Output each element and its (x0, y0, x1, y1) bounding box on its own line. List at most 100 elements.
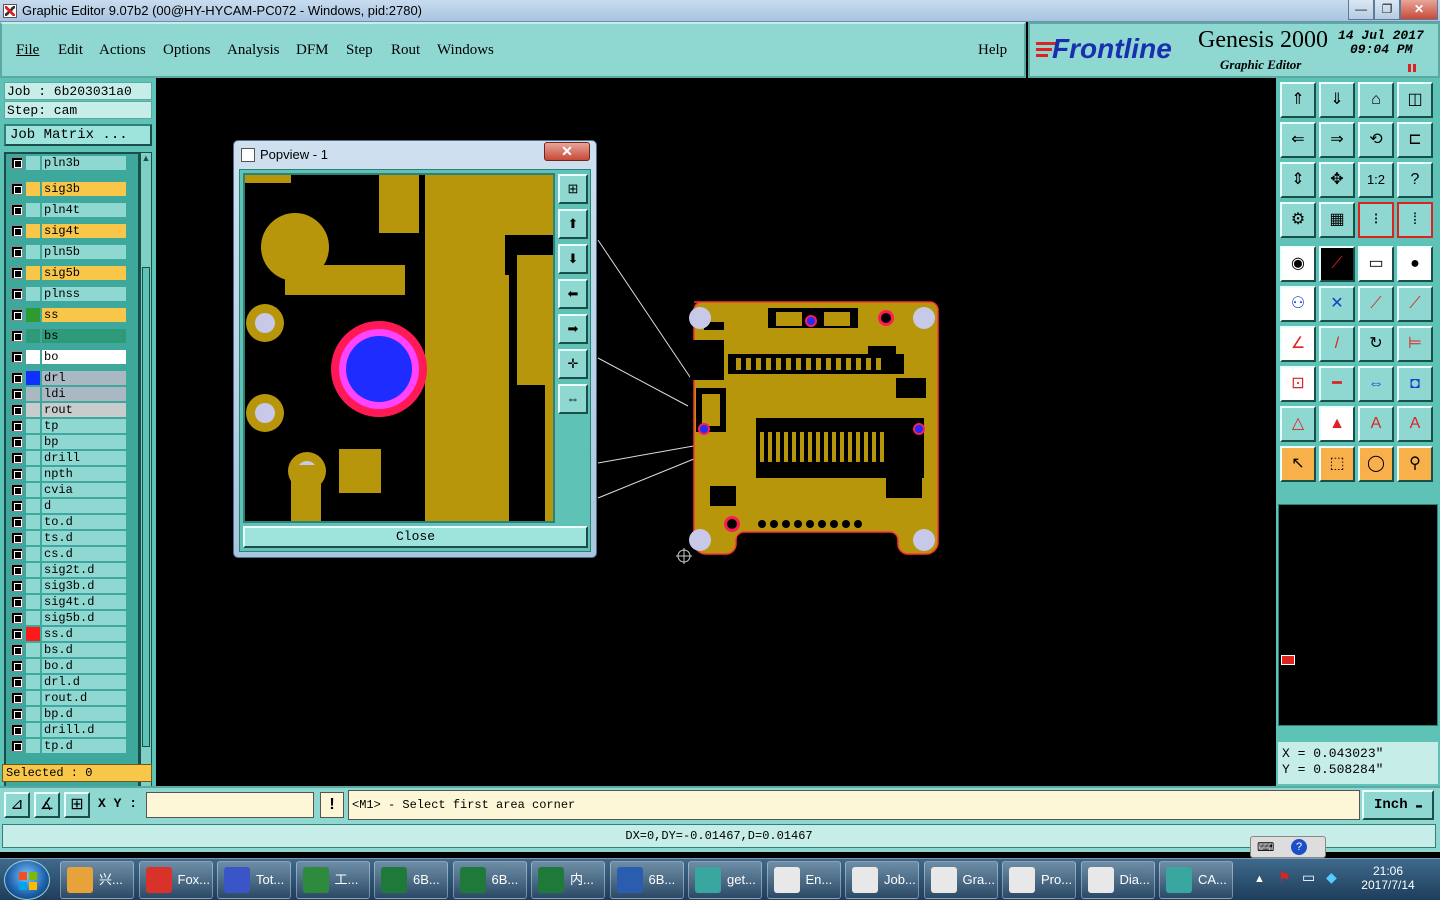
triangle-a-icon[interactable]: △ (1280, 406, 1316, 442)
layer-row[interactable]: sig4t (8, 224, 128, 238)
layer-checkbox[interactable] (11, 660, 23, 672)
layer-color-swatch[interactable] (26, 266, 40, 280)
layer-row[interactable]: ss (8, 308, 128, 322)
layer-color-swatch[interactable] (26, 419, 40, 433)
flag-icon[interactable]: ⊨ (1397, 326, 1433, 362)
popview-close-button[interactable]: Close (243, 526, 588, 548)
layer-row[interactable]: bo (8, 350, 128, 364)
layer-color-swatch[interactable] (26, 329, 40, 343)
layer-name[interactable]: pln4t (42, 203, 126, 217)
layer-color-swatch[interactable] (26, 156, 40, 170)
line-cut-icon[interactable]: ━ (1319, 366, 1355, 402)
layer-checkbox[interactable] (11, 452, 23, 464)
taskbar-item[interactable]: Dia... (1080, 861, 1155, 899)
layer-row[interactable]: sig5b (8, 266, 128, 280)
tray-app-icon[interactable]: ◆ (1326, 869, 1337, 886)
layer-row[interactable]: drl (8, 371, 128, 385)
layer-row[interactable]: plnss (8, 287, 128, 301)
minimize-button[interactable]: — (1348, 0, 1374, 20)
menu-file[interactable]: File (16, 42, 39, 59)
layer-name[interactable]: bo (42, 350, 126, 364)
add-surface-icon[interactable]: ● (1397, 246, 1433, 282)
layer-name[interactable]: d (42, 499, 126, 513)
layer-color-swatch[interactable] (26, 371, 40, 385)
route-net-icon[interactable]: ⚇ (1280, 286, 1316, 322)
tray-display-icon[interactable]: ▭ (1302, 869, 1315, 886)
layer-color-swatch[interactable] (26, 387, 40, 401)
layer-checkbox[interactable] (11, 516, 23, 528)
layer-checkbox[interactable] (11, 351, 23, 363)
layer-row[interactable]: drill (8, 451, 128, 465)
layer-checkbox[interactable] (11, 740, 23, 752)
layer-color-swatch[interactable] (26, 308, 40, 322)
layer-checkbox[interactable] (11, 267, 23, 279)
layer-row[interactable]: tp (8, 419, 128, 433)
layer-color-swatch[interactable] (26, 435, 40, 449)
snap-mode-icon[interactable]: ⊿ (4, 792, 30, 818)
layer-color-swatch[interactable] (26, 245, 40, 259)
taskbar-item[interactable]: 6B... (609, 861, 684, 899)
layer-color-swatch[interactable] (26, 203, 40, 217)
pop-zoom-in-button[interactable]: ✛ (558, 349, 588, 379)
angle-mode-icon[interactable]: ∡ (34, 792, 60, 818)
layer-row[interactable]: bp.d (8, 707, 128, 721)
snap-icon[interactable]: ⁝ (1358, 202, 1394, 238)
layer-row[interactable]: cvia (8, 483, 128, 497)
layer-color-swatch[interactable] (26, 611, 40, 625)
layer-row[interactable]: tp.d (8, 739, 128, 753)
layer-name[interactable]: drill.d (42, 723, 126, 737)
layer-color-swatch[interactable] (26, 579, 40, 593)
layer-checkbox[interactable] (11, 564, 23, 576)
layer-checkbox[interactable] (11, 628, 23, 640)
taskbar-item[interactable]: 工... (295, 861, 370, 899)
taskbar-item[interactable]: get... (688, 861, 762, 899)
slash-icon[interactable]: / (1319, 326, 1355, 362)
layer-name[interactable]: pln3b (42, 156, 126, 170)
fit-vertical-icon[interactable]: ⇕ (1280, 162, 1316, 198)
layer-checkbox[interactable] (11, 404, 23, 416)
layer-row[interactable]: pln5b (8, 245, 128, 259)
layer-color-swatch[interactable] (26, 499, 40, 513)
layer-checkbox[interactable] (11, 372, 23, 384)
pop-pan-right-button[interactable]: ➡ (558, 314, 588, 344)
layer-checkbox[interactable] (11, 246, 23, 258)
menu-actions[interactable]: Actions (99, 42, 146, 59)
layer-checkbox[interactable] (11, 596, 23, 608)
layer-color-swatch[interactable] (26, 627, 40, 641)
pop-pan-down-button[interactable]: ⬇ (558, 244, 588, 274)
tray-expand-icon[interactable]: ▲ (1254, 873, 1265, 885)
menu-windows[interactable]: Windows (437, 42, 494, 59)
layer-name[interactable]: sig4t (42, 224, 126, 238)
layer-name[interactable]: to.d (42, 515, 126, 529)
layer-row[interactable]: drill.d (8, 723, 128, 737)
alert-icon[interactable]: ! (320, 792, 344, 818)
layer-color-swatch[interactable] (26, 643, 40, 657)
layer-name[interactable]: cs.d (42, 547, 126, 561)
layer-name[interactable]: bs.d (42, 643, 126, 657)
layer-color-swatch[interactable] (26, 675, 40, 689)
layer-checkbox[interactable] (11, 225, 23, 237)
pan-right-icon[interactable]: ⇒ (1319, 122, 1355, 158)
layer-name[interactable]: bo.d (42, 659, 126, 673)
pop-zoom-out-button[interactable]: ⇔ (558, 384, 588, 414)
layer-checkbox[interactable] (11, 157, 23, 169)
layer-color-swatch[interactable] (26, 563, 40, 577)
layer-color-swatch[interactable] (26, 531, 40, 545)
select-circle-icon[interactable]: ◯ (1358, 446, 1394, 482)
layer-checkbox[interactable] (11, 309, 23, 321)
grid-snap-icon[interactable]: ⊞ (64, 792, 90, 818)
menu-rout[interactable]: Rout (391, 42, 420, 59)
layer-row[interactable]: pln4t (8, 203, 128, 217)
layer-row[interactable]: rout.d (8, 691, 128, 705)
triangle-b-icon[interactable]: ▲ (1319, 406, 1355, 442)
layer-checkbox[interactable] (11, 532, 23, 544)
layer-row[interactable]: cs.d (8, 547, 128, 561)
tray-network-icon[interactable]: ⚑ (1278, 869, 1291, 886)
layer-row[interactable]: sig3b.d (8, 579, 128, 593)
taskbar-item[interactable]: Gra... (923, 861, 998, 899)
language-bar[interactable]: ⌨ ? (1250, 836, 1326, 858)
layer-name[interactable]: bs (42, 329, 126, 343)
layer-color-swatch[interactable] (26, 451, 40, 465)
layer-checkbox[interactable] (11, 676, 23, 688)
popview-window[interactable]: Popview - 1 ✕ ⊞ ⬆ ⬇ ⬅ ➡ ✛ ⇔ Close (233, 140, 597, 558)
